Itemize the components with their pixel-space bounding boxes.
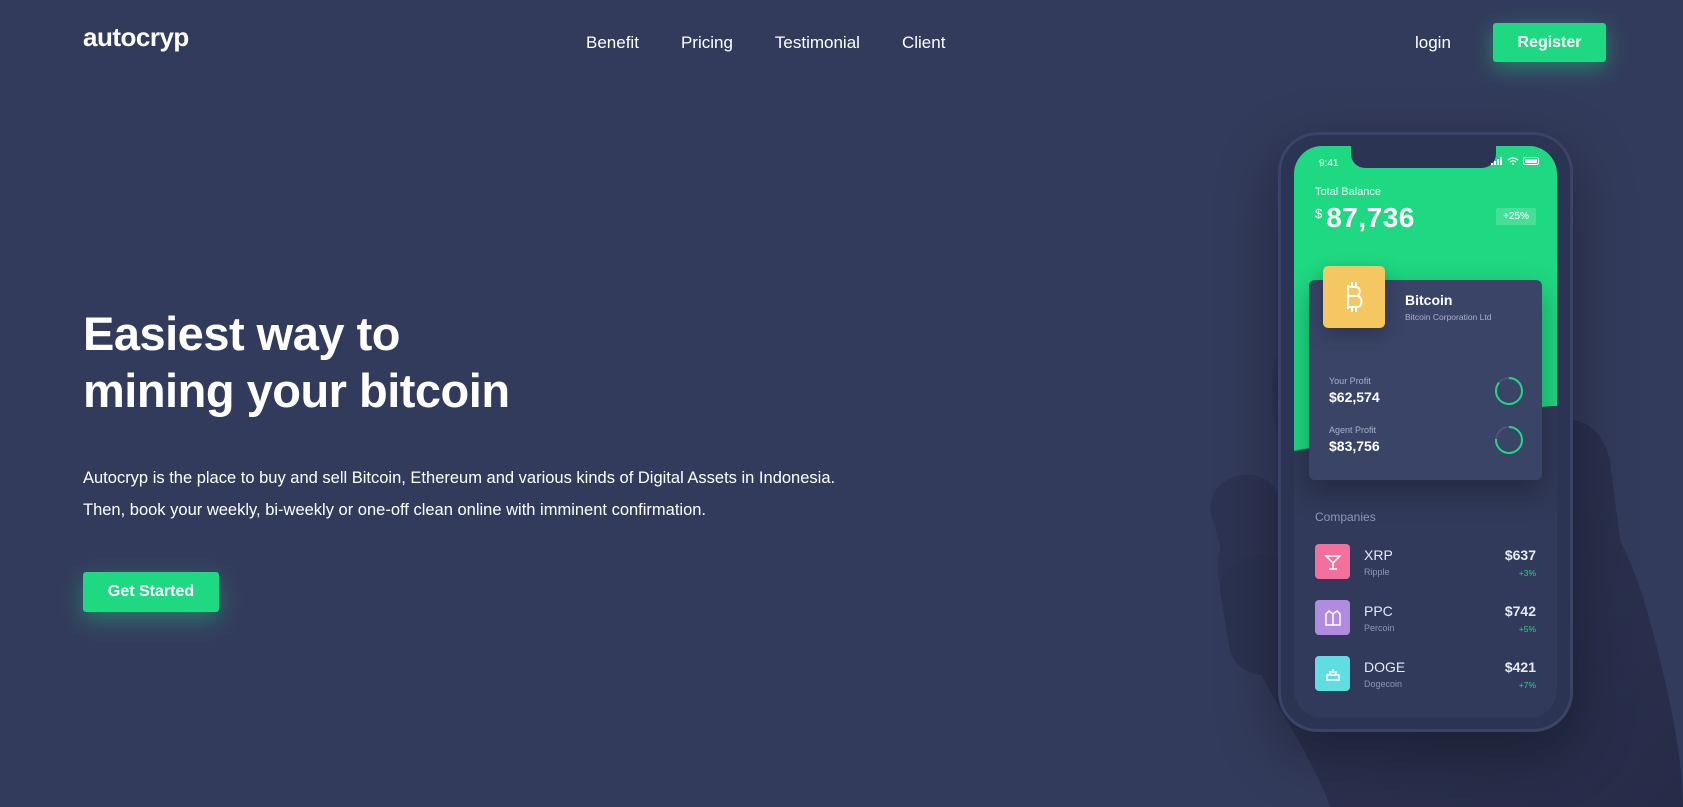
company-row-doge[interactable]: DOGE Dogecoin $421 +7% — [1315, 656, 1536, 696]
company-symbol: XRP — [1364, 547, 1393, 563]
coin-name: Bitcoin — [1405, 292, 1453, 308]
company-name: Dogecoin — [1364, 679, 1403, 689]
total-balance-label: Total Balance — [1315, 186, 1382, 198]
your-profit-value: $62,574 — [1329, 389, 1380, 405]
wifi-icon — [1507, 157, 1519, 165]
agent-profit-value: $83,756 — [1329, 438, 1380, 454]
company-symbol: DOGE — [1364, 659, 1406, 675]
company-price: $637 — [1504, 547, 1536, 563]
register-button[interactable]: Register — [1493, 23, 1606, 62]
hero-title-line-1: Easiest way to — [83, 307, 400, 360]
login-link[interactable]: login — [1415, 33, 1451, 53]
nav-testimonial[interactable]: Testimonial — [775, 33, 860, 53]
get-started-button[interactable]: Get Started — [83, 572, 219, 612]
hero-description: Autocryp is the place to buy and sell Bi… — [83, 462, 835, 526]
status-time: 9:41 — [1319, 158, 1339, 169]
coin-corporation: Bitcoin Corporation Ltd — [1405, 312, 1492, 322]
cocktail-icon — [1315, 544, 1350, 579]
hero-description-line-1: Autocryp is the place to buy and sell Bi… — [83, 469, 836, 487]
coin-card[interactable]: Bitcoin Bitcoin Corporation Ltd Your Pro… — [1309, 266, 1542, 480]
company-change: +5% — [1518, 624, 1536, 634]
company-change: +7% — [1518, 680, 1536, 690]
company-symbol: PPC — [1364, 603, 1393, 619]
hero-description-line-2: Then, book your weekly, bi-weekly or one… — [83, 501, 707, 519]
bitcoin-icon — [1347, 282, 1363, 312]
balance-change-badge: +25% — [1496, 208, 1536, 225]
nav-client[interactable]: Client — [902, 33, 945, 53]
nav-benefit[interactable]: Benefit — [586, 33, 639, 53]
company-name: Ripple — [1364, 567, 1390, 577]
company-name: Percoin — [1364, 623, 1395, 633]
phone-screen: 9:41 Total Balance $ 87,736 +25% Bitcoin… — [1294, 146, 1557, 718]
your-profit-label: Your Profit — [1329, 376, 1371, 386]
company-row-xrp[interactable]: XRP Ripple $637 +3% — [1315, 544, 1536, 584]
main-nav: Benefit Pricing Testimonial Client — [586, 33, 945, 53]
agent-profit-label: Agent Profit — [1329, 425, 1377, 435]
battery-icon — [1523, 157, 1539, 165]
bitcoin-tile — [1323, 266, 1385, 328]
total-balance: $ 87,736 — [1315, 202, 1415, 234]
signal-icon — [1491, 157, 1502, 165]
your-profit-ring-icon — [1495, 377, 1523, 405]
currency-symbol: $ — [1315, 206, 1323, 221]
hero-title: Easiest way to mining your bitcoin — [83, 305, 510, 419]
phone-notch — [1351, 146, 1496, 168]
jacket-icon — [1315, 600, 1350, 635]
cake-icon — [1315, 656, 1350, 691]
company-row-ppc[interactable]: PPC Percoin $742 +5% — [1315, 600, 1536, 640]
company-price: $742 — [1504, 603, 1536, 619]
status-icons — [1491, 157, 1539, 165]
company-change: +3% — [1518, 568, 1536, 578]
nav-pricing[interactable]: Pricing — [681, 33, 733, 53]
company-price: $421 — [1504, 659, 1536, 675]
logo[interactable]: autocryp — [83, 22, 189, 53]
agent-profit-ring-icon — [1495, 426, 1523, 454]
hero-title-line-2: mining your bitcoin — [83, 364, 510, 417]
companies-title: Companies — [1315, 510, 1376, 524]
total-balance-value: 87,736 — [1326, 202, 1415, 233]
